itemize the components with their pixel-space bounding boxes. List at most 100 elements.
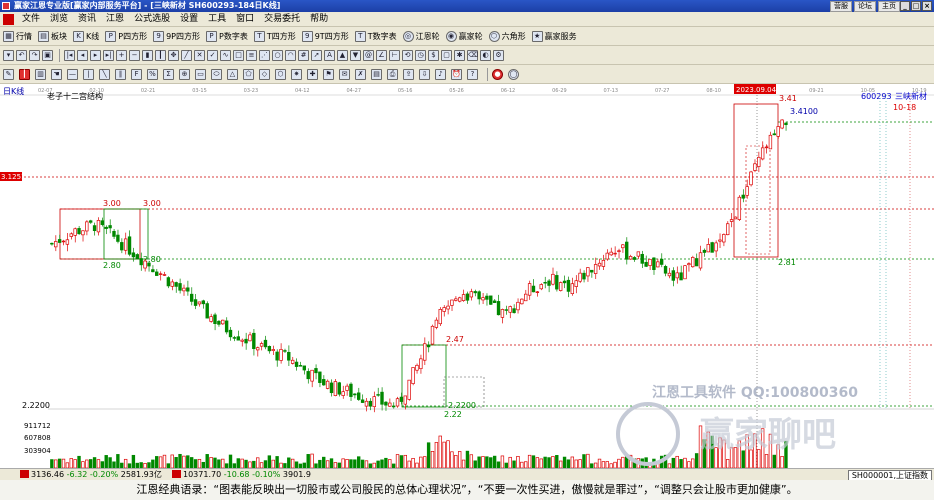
color-icon[interactable]: ◐ <box>480 49 491 61</box>
time-icon[interactable]: ◷ <box>415 49 426 61</box>
link-yingfu[interactable]: 营服 <box>830 1 852 12</box>
toolbar-9t-square-button[interactable]: 9 9T四方形 <box>301 30 349 42</box>
target-icon[interactable]: ⊕ <box>179 68 190 80</box>
print-icon[interactable]: ⎙ <box>387 68 398 80</box>
menu-tools[interactable]: 工具 <box>203 12 231 27</box>
sound-icon[interactable]: ♪ <box>435 68 446 80</box>
toolbar-p-square-button[interactable]: P P四方形 <box>105 30 147 42</box>
diamond-icon[interactable]: ◇ <box>259 68 270 80</box>
ruler-icon[interactable]: ⊢ <box>389 49 400 61</box>
arc-icon[interactable]: ◠ <box>285 49 296 61</box>
cycle-icon[interactable]: ⟲ <box>402 49 413 61</box>
square-icon[interactable]: ▢ <box>441 49 452 61</box>
import-icon[interactable]: ⇩ <box>419 68 430 80</box>
zoom-out-icon[interactable]: − <box>129 49 140 61</box>
redo-icon[interactable]: ↷ <box>29 49 40 61</box>
close-button[interactable]: × <box>922 1 932 11</box>
toolbar-service-button[interactable]: ★ 赢家服务 <box>531 30 577 42</box>
trend-line-icon[interactable]: ╲ <box>99 68 110 80</box>
box-icon[interactable]: □ <box>233 49 244 61</box>
stop-icon[interactable]: ◯ <box>508 68 519 80</box>
menu-help[interactable]: 帮助 <box>305 12 333 27</box>
index-tab[interactable]: SH000001,上证指数 <box>847 470 932 480</box>
gann-angle-icon[interactable]: ∠ <box>376 49 387 61</box>
toolbar-9p-square-button[interactable]: 9 9P四方形 <box>153 30 200 42</box>
channel-icon[interactable]: ≡ <box>246 49 257 61</box>
help-icon[interactable]: ? <box>467 68 478 80</box>
first-icon[interactable]: |◂ <box>64 49 75 61</box>
zoom-in-icon[interactable]: + <box>116 49 127 61</box>
delete-icon[interactable]: ⌫ <box>467 49 478 61</box>
record-icon[interactable]: ● <box>492 68 503 80</box>
mark-icon[interactable]: ✚ <box>307 68 318 80</box>
save-icon[interactable]: ▤ <box>371 68 382 80</box>
link-home[interactable]: 主页 <box>878 1 900 12</box>
link-forum[interactable]: 论坛 <box>854 1 876 12</box>
menu-formula[interactable]: 公式选股 <box>129 12 175 27</box>
grid2-icon[interactable]: # <box>298 49 309 61</box>
toolbar-t-square-button[interactable]: T T四方形 <box>253 30 296 42</box>
circle-icon[interactable]: ○ <box>272 49 283 61</box>
menu-file[interactable]: 文件 <box>17 12 45 27</box>
toolbar-market-button[interactable]: ▦ 行情 <box>3 30 32 42</box>
pencil-icon[interactable]: ✎ <box>3 68 14 80</box>
pentagon-icon[interactable]: ⬠ <box>243 68 254 80</box>
arrow-icon[interactable]: ➚ <box>311 49 322 61</box>
move-icon[interactable]: ✥ <box>168 49 179 61</box>
star-icon[interactable]: ✱ <box>454 49 465 61</box>
kline-type-icon[interactable]: ┃ <box>19 68 30 80</box>
vertical-line-icon[interactable]: | <box>83 68 94 80</box>
menu-window[interactable]: 窗口 <box>231 12 259 27</box>
check-icon[interactable]: ✓ <box>207 49 218 61</box>
octa-icon[interactable]: ✷ <box>291 68 302 80</box>
period-dropdown-icon[interactable]: ▾ <box>3 49 14 61</box>
hexa-icon[interactable]: ⬡ <box>275 68 286 80</box>
bar-chart-icon[interactable]: ▥ <box>35 68 46 80</box>
menu-gann[interactable]: 江恩 <box>101 12 129 27</box>
fib-icon[interactable]: F <box>131 68 142 80</box>
up-icon[interactable]: ▲ <box>337 49 348 61</box>
menu-info[interactable]: 资讯 <box>73 12 101 27</box>
menu-trade[interactable]: 交易委托 <box>259 12 305 27</box>
clear-icon[interactable]: ✗ <box>355 68 366 80</box>
percent-icon[interactable]: % <box>147 68 158 80</box>
parallel-icon[interactable]: ∥ <box>115 68 126 80</box>
note-icon[interactable]: ✉ <box>339 68 350 80</box>
export-icon[interactable]: ⇪ <box>403 68 414 80</box>
sh-index-item[interactable]: 3136.46 -6.32 -0.20% 2581.93亿 <box>20 469 162 480</box>
alarm-icon[interactable]: ⏰ <box>451 68 462 80</box>
toolbar-winner-wheel-button[interactable]: ◉ 赢家轮 <box>445 30 483 42</box>
flag-icon[interactable]: ⚑ <box>323 68 334 80</box>
pan-icon[interactable]: ☚ <box>51 68 62 80</box>
calc-icon[interactable]: Σ <box>163 68 174 80</box>
next-icon[interactable]: ▸ <box>90 49 101 61</box>
kline-chart-svg[interactable]: 02-07 02-10 02-21 03-15 03-23 04-12 04-27 05-16… <box>0 84 934 468</box>
last-icon[interactable]: ▸| <box>103 49 114 61</box>
triangle-icon[interactable]: △ <box>227 68 238 80</box>
horizontal-line-icon[interactable]: — <box>67 68 78 80</box>
toolbar-hexagon-button[interactable]: ⬡ 六角形 <box>488 30 526 42</box>
fan-icon[interactable]: ⋰ <box>259 49 270 61</box>
toolbar-t-table-button[interactable]: T T数字表 <box>354 30 397 42</box>
rect-icon[interactable]: ▭ <box>195 68 206 80</box>
cross-icon[interactable]: ✕ <box>194 49 205 61</box>
prev-icon[interactable]: ◂ <box>77 49 88 61</box>
price-icon[interactable]: $ <box>428 49 439 61</box>
wave-icon[interactable]: ∿ <box>220 49 231 61</box>
maximize-button[interactable]: □ <box>911 1 921 11</box>
toolbar-sector-button[interactable]: ▤ 板块 <box>38 30 67 42</box>
spiral-icon[interactable]: @ <box>363 49 374 61</box>
lock-icon[interactable]: ▣ <box>42 49 53 61</box>
text-icon[interactable]: A <box>324 49 335 61</box>
undo-icon[interactable]: ↶ <box>16 49 27 61</box>
toolbar-gann-wheel-button[interactable]: ◎ 江恩轮 <box>402 30 440 42</box>
minimize-button[interactable]: _ <box>900 1 910 11</box>
menu-settings[interactable]: 设置 <box>175 12 203 27</box>
bar-icon[interactable]: ▮ <box>142 49 153 61</box>
toolbar-kline-button[interactable]: K K线 <box>73 30 99 42</box>
down-icon[interactable]: ▼ <box>350 49 361 61</box>
kline-chart[interactable]: 02-07 02-10 02-21 03-15 03-23 04-12 04-27 05-16… <box>0 84 934 468</box>
toolbar-p-table-button[interactable]: P P数字表 <box>206 30 248 42</box>
candle-icon[interactable]: ┃ <box>155 49 166 61</box>
line-icon[interactable]: ╱ <box>181 49 192 61</box>
